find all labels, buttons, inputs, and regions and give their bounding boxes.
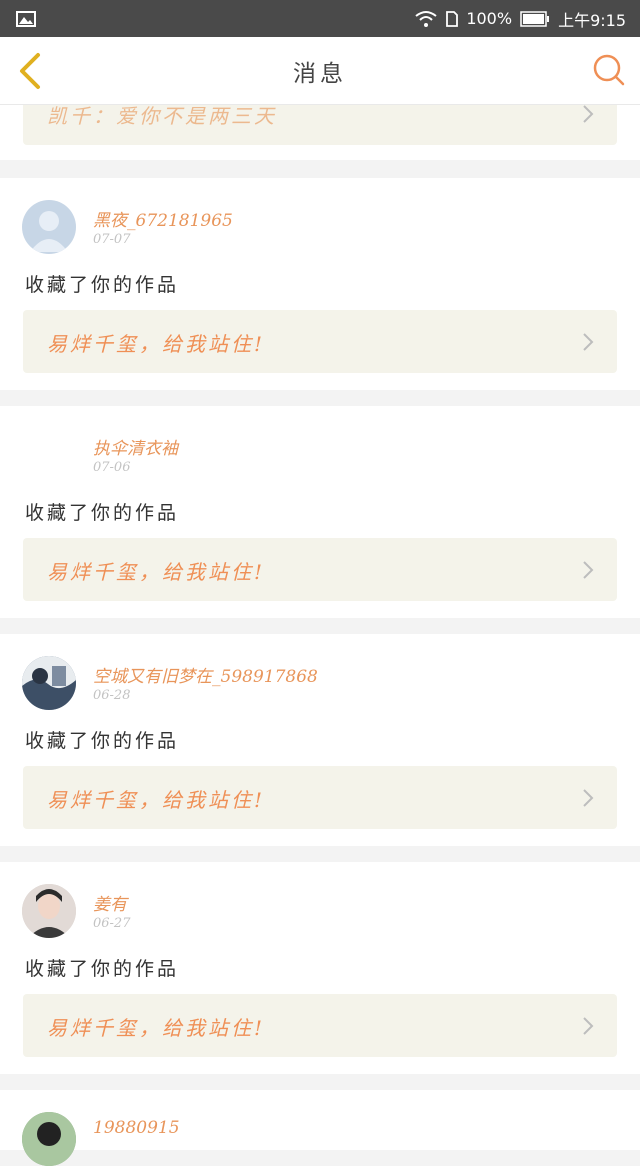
chevron-right-icon <box>583 1017 594 1035</box>
work-link[interactable]: 易烊千玺，给我站住! <box>23 538 617 601</box>
list-item: 姜有 06-27 收藏了你的作品 易烊千玺，给我站住! <box>0 862 640 1074</box>
avatar-photo <box>22 656 76 710</box>
action-text: 收藏了你的作品 <box>25 958 180 980</box>
chevron-right-icon <box>583 333 594 351</box>
username[interactable]: 19880915 <box>93 1118 180 1138</box>
work-title: 易烊千玺，给我站住! <box>47 788 266 812</box>
avatar[interactable] <box>22 884 76 938</box>
chevron-right-icon <box>583 789 594 807</box>
nav-bar: 消息 <box>0 37 640 105</box>
avatar[interactable] <box>22 428 76 482</box>
work-title: 易烊千玺，给我站住! <box>47 332 266 356</box>
user-placeholder-icon <box>30 211 68 252</box>
battery-percent: 100% <box>466 9 513 28</box>
action-text: 收藏了你的作品 <box>25 274 180 296</box>
list-item: 黑夜_672181965 07-07 收藏了你的作品 易烊千玺，给我站住! <box>0 178 640 390</box>
chevron-right-icon <box>583 105 594 123</box>
avatar[interactable] <box>22 656 76 710</box>
list-item: 执伞清衣袖 07-06 收藏了你的作品 易烊千玺，给我站住! <box>0 406 640 618</box>
list-item: 空城又有旧梦在_598917868 06-28 收藏了你的作品 易烊千玺，给我站… <box>0 634 640 846</box>
status-bar: 100% 上午9:15 <box>0 0 640 37</box>
action-text: 收藏了你的作品 <box>25 730 180 752</box>
work-link[interactable]: 易烊千玺，给我站住! <box>23 766 617 829</box>
wifi-icon <box>415 10 437 27</box>
avatar-photo <box>22 1112 76 1166</box>
avatar[interactable] <box>22 1112 76 1166</box>
date: 07-06 <box>93 460 131 475</box>
chevron-left-icon[interactable] <box>14 51 48 91</box>
username[interactable]: 黑夜_672181965 <box>93 206 233 231</box>
work-title: 易烊千玺，给我站住! <box>47 560 266 584</box>
list-item: 凯千：爱你不是两三天 <box>0 82 640 160</box>
sim-icon <box>446 10 459 27</box>
username[interactable]: 执伞清衣袖 <box>93 434 178 459</box>
page-title: 消息 <box>293 60 347 87</box>
image-icon <box>16 10 36 27</box>
date: 07-07 <box>93 232 131 247</box>
battery-icon <box>520 10 550 27</box>
search-icon[interactable] <box>592 53 626 87</box>
list-item: 19880915 <box>0 1090 640 1166</box>
status-time: 上午9:15 <box>558 10 626 30</box>
work-title: 易烊千玺，给我站住! <box>47 1016 266 1040</box>
work-link[interactable]: 易烊千玺，给我站住! <box>23 994 617 1057</box>
date: 06-28 <box>93 688 131 703</box>
work-link[interactable]: 易烊千玺，给我站住! <box>23 310 617 373</box>
avatar-photo <box>22 884 76 938</box>
action-text: 收藏了你的作品 <box>25 502 180 524</box>
username[interactable]: 空城又有旧梦在_598917868 <box>93 662 318 687</box>
date: 06-27 <box>93 916 131 931</box>
avatar[interactable] <box>22 200 76 254</box>
chevron-right-icon <box>583 561 594 579</box>
username[interactable]: 姜有 <box>93 890 127 915</box>
